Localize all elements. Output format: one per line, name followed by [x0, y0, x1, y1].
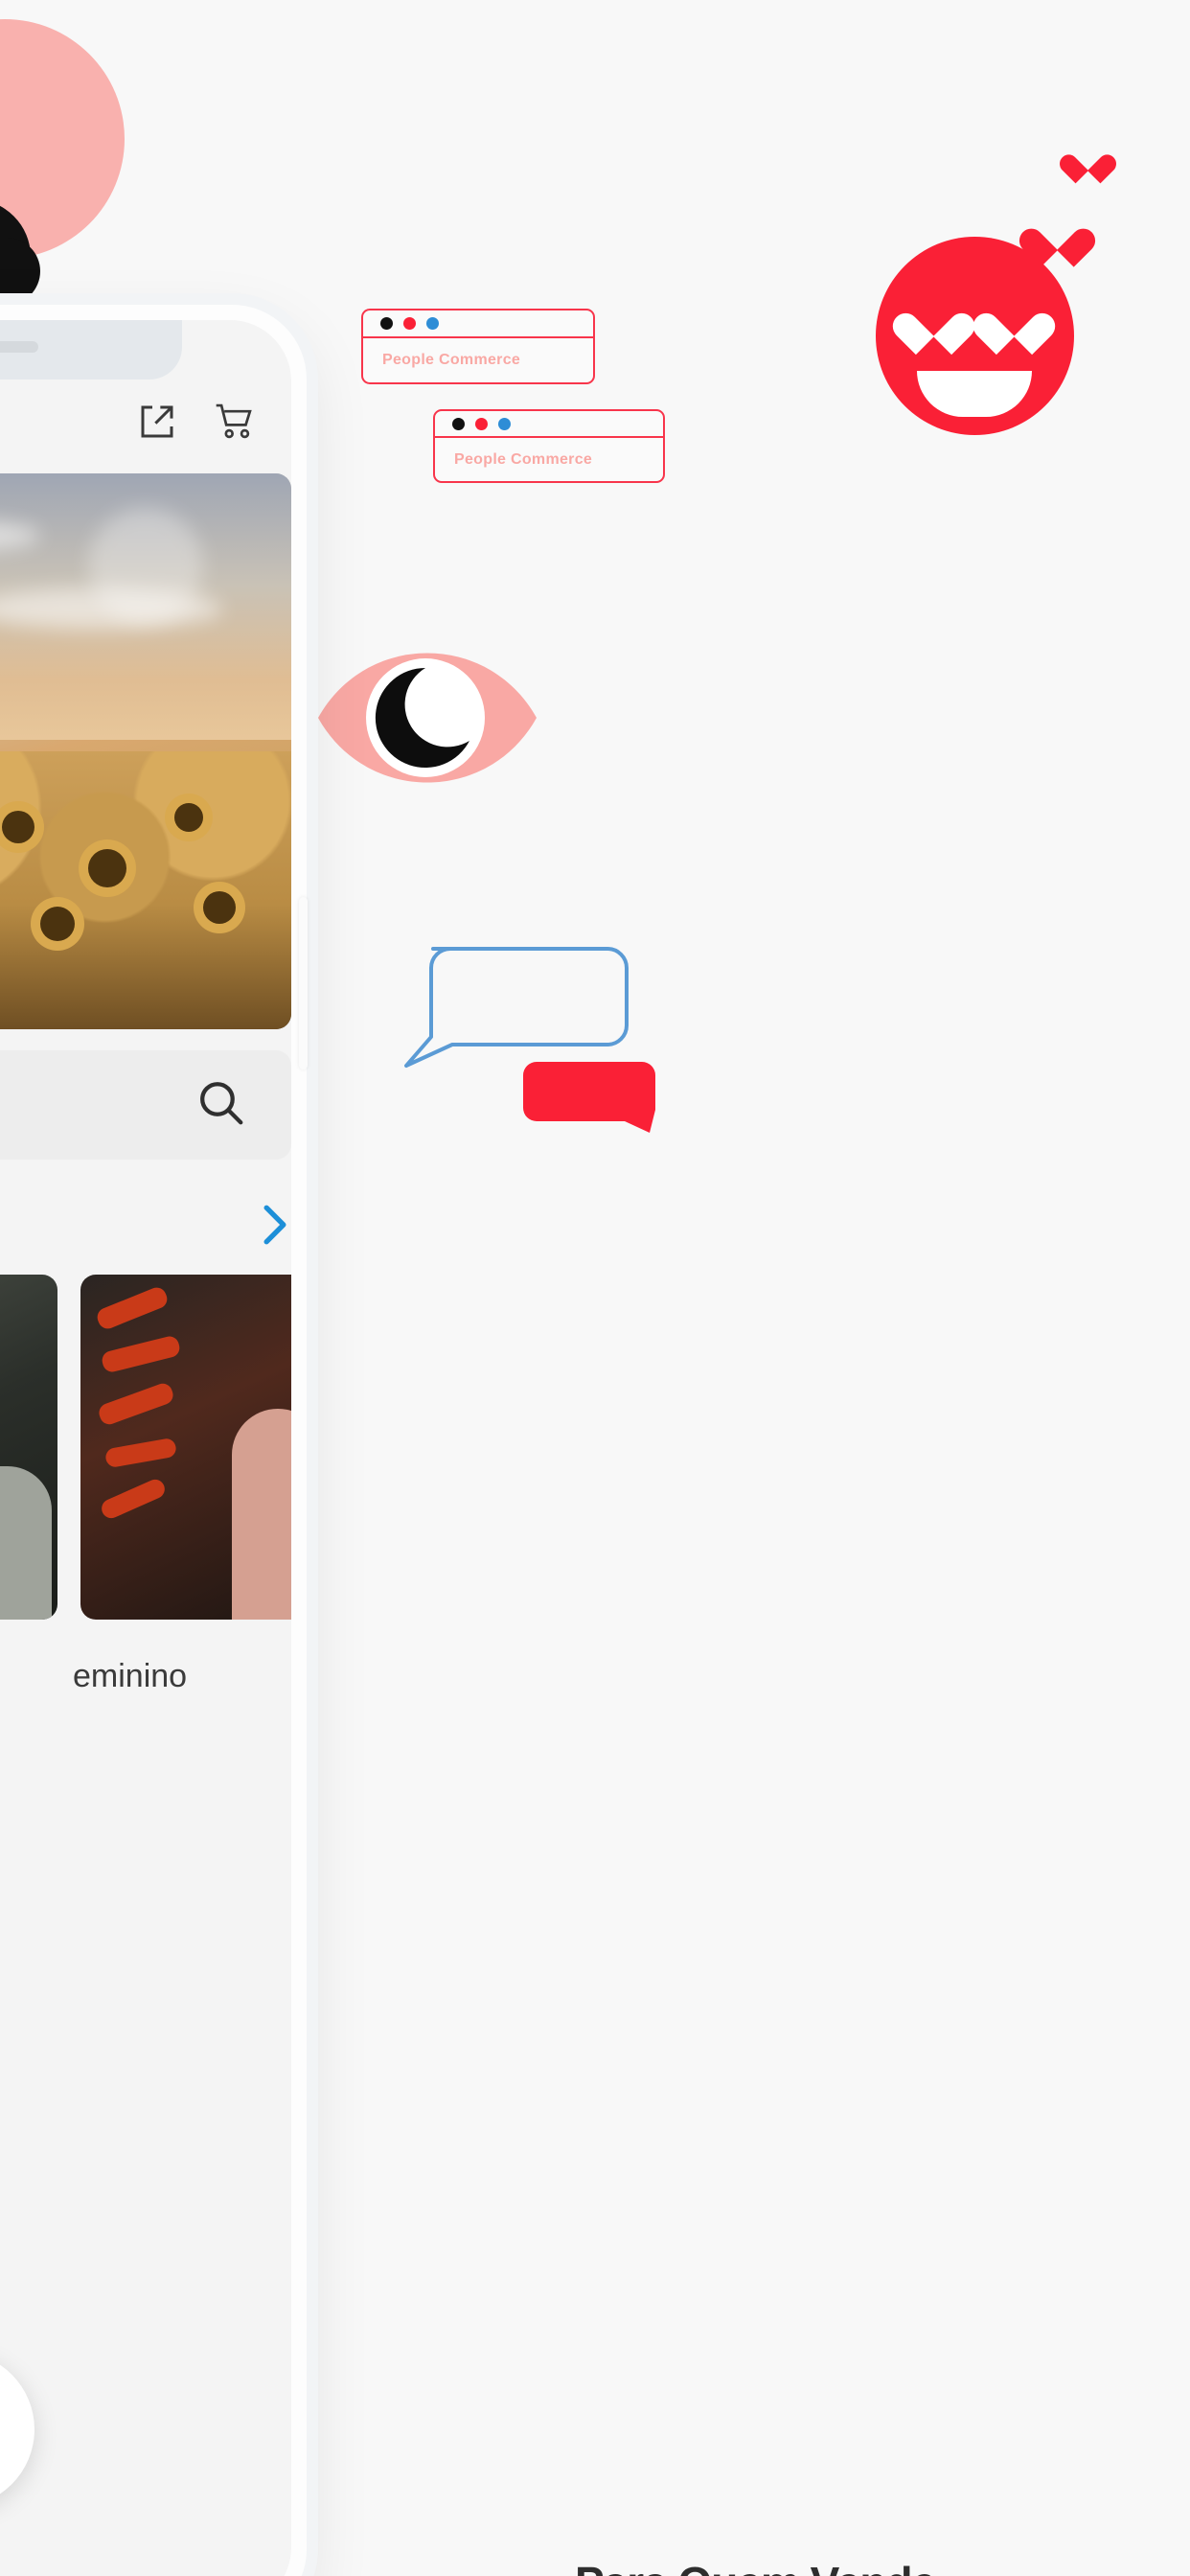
floating-heart-icon: [1034, 213, 1080, 256]
brand-name: marca: [0, 401, 138, 447]
browser-titlebar: [363, 310, 593, 338]
header-icons: [138, 402, 257, 447]
window-dot-red-icon[interactable]: [475, 417, 488, 430]
phone-mockup: marca: [0, 305, 308, 2576]
card-photo-flower: [98, 1476, 169, 1522]
speech-bubble-solid: [523, 1062, 655, 1134]
card-photo-arm: [232, 1409, 291, 1620]
card-photo-flower: [94, 1284, 171, 1332]
category-card-row: [0, 1275, 291, 1620]
window-dot-blue-icon[interactable]: [498, 417, 511, 430]
category-card-label: eminino: [73, 1658, 188, 1694]
hero-moon: [88, 508, 203, 623]
hero-banner[interactable]: e do verão: [0, 473, 291, 1029]
window-dot-blue-icon[interactable]: [426, 317, 439, 330]
window-dot-black-icon[interactable]: [452, 417, 465, 430]
window-dot-red-icon[interactable]: [403, 317, 416, 330]
search-input[interactable]: [0, 1050, 291, 1160]
browser-title-text: People Commerce: [382, 352, 521, 368]
phone-speaker-grille: [0, 341, 38, 353]
emoji-mouth: [917, 371, 1032, 417]
card-photo-flower: [103, 1437, 178, 1469]
browser-titlebar: [435, 411, 663, 438]
category-card[interactable]: [80, 1275, 291, 1620]
card-photo-flower: [100, 1334, 182, 1374]
eye-illustration: [318, 637, 537, 798]
page-root: People Commerce People Commerce eminino: [0, 0, 1190, 2576]
bubble-outline-path: [404, 947, 629, 1068]
search-icon[interactable]: [195, 1077, 247, 1134]
bubble-solid-path: [523, 1062, 655, 1133]
sunflower: [88, 849, 126, 887]
hero-sunflower-field: [0, 751, 291, 1029]
bottom-cropped-heading: Para Quem Vende: [575, 2557, 935, 2576]
category-card-label: o: [0, 1658, 50, 1695]
category-card-labels: o eminino: [0, 1658, 291, 1695]
browser-window-card-1[interactable]: People Commerce: [361, 309, 595, 384]
heart-eye-right-icon: [989, 296, 1039, 342]
card-photo-flower: [96, 1380, 176, 1428]
phone-screen: marca: [0, 320, 291, 2576]
speech-bubble-outline: [402, 945, 630, 1070]
sunflower: [203, 891, 236, 924]
app-header: marca: [0, 380, 291, 468]
megaphone-fab[interactable]: [0, 2352, 34, 2507]
section-title: que: [0, 1206, 259, 1249]
shopping-cart-icon[interactable]: [215, 402, 257, 447]
card-photo-jacket: [0, 1466, 52, 1620]
chevron-right-icon[interactable]: [259, 1203, 291, 1252]
sunflower: [174, 803, 203, 832]
heart-eye-left-icon: [908, 296, 958, 342]
browser-content: People Commerce: [435, 438, 663, 481]
category-card[interactable]: [0, 1275, 57, 1620]
section-header: que: [0, 1200, 291, 1254]
external-link-icon[interactable]: [138, 402, 176, 446]
browser-title-text: People Commerce: [454, 450, 593, 468]
sunflower: [2, 811, 34, 843]
phone-side-button[interactable]: [299, 897, 308, 1070]
phone-notch: [0, 320, 182, 380]
floating-heart-icon: [1070, 143, 1105, 175]
sunflower: [40, 907, 75, 941]
heart-eyes-emoji: [876, 237, 1074, 435]
browser-window-card-2[interactable]: People Commerce: [433, 409, 665, 483]
browser-content: People Commerce: [363, 338, 593, 382]
window-dot-black-icon[interactable]: [380, 317, 393, 330]
